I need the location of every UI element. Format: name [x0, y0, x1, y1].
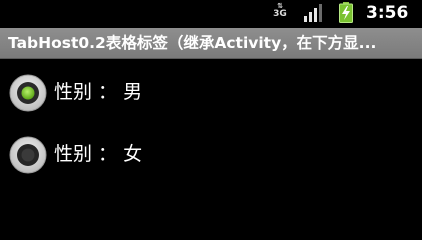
activity-title: TabHost0.2表格标签（继承Activity，在下方显... [8, 34, 377, 52]
signal-strength-icon [304, 4, 322, 22]
radio-option-female[interactable]: 性别 ： 女 [0, 132, 422, 178]
radio-button-checked-icon[interactable] [8, 73, 48, 113]
radio-option-male[interactable]: 性别 ： 男 [0, 70, 422, 116]
radio-label-male: 性别 ： 男 [54, 81, 143, 103]
title-bar: TabHost0.2表格标签（继承Activity，在下方显... [0, 28, 422, 59]
battery-charging-icon [339, 2, 353, 23]
app-screen: ⇅ 3G 3:56 TabHost0.2表格标签（继承Activity，在下方显.… [0, 0, 422, 203]
radio-label-female: 性别 ： 女 [54, 143, 143, 165]
status-bar: ⇅ 3G 3:56 [0, 0, 422, 26]
radio-button-unchecked-icon[interactable] [8, 135, 48, 175]
3g-data-icon: ⇅ 3G [273, 2, 287, 19]
status-clock: 3:56 [366, 3, 409, 23]
